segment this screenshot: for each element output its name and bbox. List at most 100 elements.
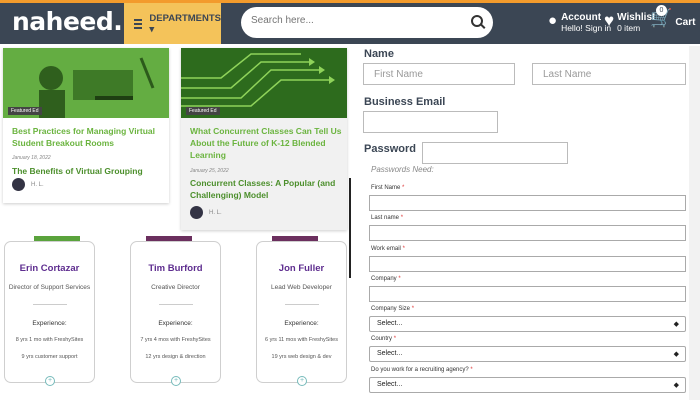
password-input[interactable] — [422, 142, 568, 164]
card-divider — [159, 304, 193, 305]
article-date: January 18, 2022 — [12, 155, 51, 161]
team-member-role: Director of Support Services — [8, 284, 91, 291]
author-avatar — [190, 206, 203, 219]
required-mark: * — [393, 336, 397, 342]
experience-line: 8 yrs 1 mo with FreshySites — [15, 337, 84, 343]
first-name-placeholder: First Name — [374, 69, 423, 80]
team-member-card[interactable]: Jon Fuller Lead Web Developer Experience… — [256, 241, 347, 383]
experience-label: Experience: — [284, 320, 319, 327]
hamburger-icon — [134, 17, 143, 31]
article-date: January 25, 2022 — [190, 168, 229, 174]
team-member-name: Tim Burford — [148, 263, 203, 274]
heart-icon: ♥ — [604, 11, 615, 30]
field-label-text: Last name — [371, 215, 400, 221]
team-member-name: Jon Fuller — [278, 263, 325, 274]
experience-line: 7 yrs 4 mos with FreshySites — [140, 337, 211, 343]
field-label-text: Company — [371, 276, 397, 282]
expand-icon[interactable]: + — [171, 376, 181, 386]
required-mark: * — [400, 215, 404, 221]
user-icon: ● — [548, 12, 558, 29]
select-value: Select... — [377, 381, 403, 388]
business-email-input[interactable] — [363, 111, 498, 133]
expand-icon[interactable]: + — [45, 376, 55, 386]
required-mark: * — [398, 276, 401, 282]
team-member-name: Erin Cortazar — [19, 263, 80, 274]
select-arrow-icon: ◆ — [673, 321, 679, 328]
required-mark: * — [402, 185, 405, 191]
departments-label: DEPARTMENTS ▾ — [149, 12, 221, 35]
select-arrow-icon: ◆ — [673, 382, 679, 389]
team-member-role: Lead Web Developer — [271, 284, 332, 291]
wishlist-link[interactable]: ♥ Wishlist 0 item — [604, 11, 655, 34]
article-subtitle[interactable]: Concurrent Classes: A Popular (and Chall… — [190, 177, 342, 201]
name-label: Name — [364, 48, 394, 60]
company-field[interactable] — [369, 286, 686, 302]
top-header: naheed.pk DEPARTMENTS ▾ ● Account Hello!… — [0, 0, 700, 44]
article-subtitle[interactable]: The Benefits of Virtual Grouping — [12, 165, 162, 177]
team-member-role: Creative Director — [151, 284, 200, 291]
article-author: H. L. — [209, 210, 222, 216]
account-link[interactable]: ● Account Hello! Sign in — [548, 12, 611, 33]
field-label: Country * — [371, 336, 396, 342]
team-member-card[interactable]: Erin Cortazar Director of Support Servic… — [4, 241, 95, 383]
cart-label: Cart — [675, 17, 696, 28]
select-arrow-icon: ◆ — [673, 351, 679, 358]
experience-line: 19 yrs web design & dev — [271, 354, 332, 360]
first-name-input[interactable]: First Name — [363, 63, 515, 85]
select-value: Select... — [377, 350, 403, 357]
business-email-label: Business Email — [364, 96, 446, 108]
last-name-input[interactable]: Last Name — [532, 63, 686, 85]
experience-line: 9 yrs customer support — [21, 354, 78, 360]
field-label-text: First Name — [371, 185, 401, 191]
article-title[interactable]: Best Practices for Managing Virtual Stud… — [12, 125, 162, 149]
required-mark: * — [402, 246, 405, 252]
header-accent-strip — [0, 0, 700, 3]
field-label-text: Country — [371, 336, 393, 342]
password-label: Password — [364, 143, 416, 155]
author-avatar — [12, 178, 25, 191]
article-tag: Featured Ed — [8, 107, 42, 115]
last-name-placeholder: Last Name — [543, 69, 592, 80]
field-label-text: Company Size — [371, 306, 411, 312]
field-label: Company Size * — [371, 306, 414, 312]
article-title[interactable]: What Concurrent Classes Can Tell Us Abou… — [190, 125, 342, 161]
departments-button[interactable]: DEPARTMENTS ▾ — [124, 3, 221, 44]
work-email-field[interactable] — [369, 256, 686, 272]
field-label-text: Work email — [371, 246, 401, 252]
search-input[interactable] — [251, 15, 461, 26]
article-author: H. L. — [31, 182, 44, 188]
card-divider — [285, 304, 319, 305]
cart-icon: 🛒 0 — [650, 5, 673, 28]
search-icon[interactable] — [471, 15, 483, 27]
cart-link[interactable]: 🛒 0 Cart — [650, 5, 696, 29]
team-member-card[interactable]: Tim Burford Creative Director Experience… — [130, 241, 221, 383]
scrollbar[interactable] — [689, 46, 700, 400]
select-value: Select... — [377, 320, 403, 327]
required-mark: * — [411, 306, 415, 312]
search-bar — [241, 7, 493, 38]
expand-icon[interactable]: + — [297, 376, 307, 386]
divider-line — [349, 178, 351, 278]
country-select[interactable]: Select... ◆ — [369, 346, 686, 362]
article-image[interactable]: Featured Ed — [3, 48, 169, 118]
first-name-field[interactable] — [369, 195, 686, 211]
article-tag: Featured Ed — [186, 107, 220, 115]
field-label: Do you work for a recruiting agency? * — [371, 367, 473, 373]
field-label: Work email * — [371, 246, 405, 252]
experience-label: Experience: — [158, 320, 193, 327]
field-label: Company * — [371, 276, 401, 282]
article-card[interactable]: Featured Ed Best Practices for Managing … — [3, 48, 169, 203]
field-label: Last name * — [371, 215, 403, 221]
company-size-select[interactable]: Select... ◆ — [369, 316, 686, 332]
experience-line: 12 yrs design & direction — [145, 354, 206, 360]
card-divider — [33, 304, 67, 305]
last-name-field[interactable] — [369, 225, 686, 241]
recruiting-agency-select[interactable]: Select... ◆ — [369, 377, 686, 393]
article-image[interactable]: Featured Ed — [181, 48, 347, 118]
cart-badge: 0 — [656, 5, 667, 16]
required-mark: * — [470, 367, 473, 373]
password-requirements-label: Passwords Need: — [371, 165, 434, 174]
field-label: First Name * — [371, 185, 404, 191]
field-label-text: Do you work for a recruiting agency? — [371, 367, 469, 373]
article-card[interactable]: Featured Ed What Concurrent Classes Can … — [181, 48, 347, 230]
